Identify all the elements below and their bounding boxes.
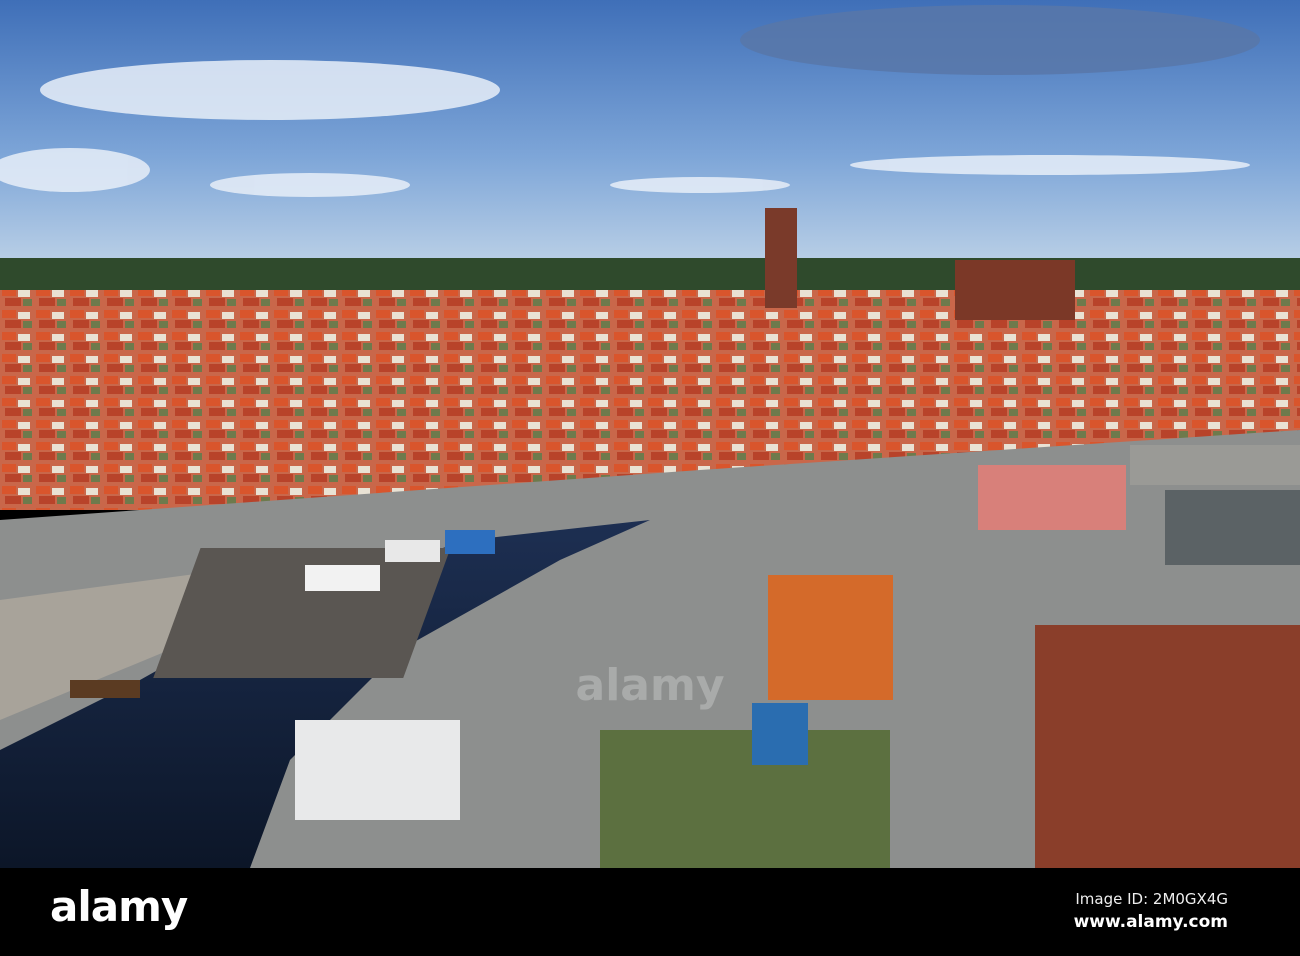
orange-building bbox=[768, 575, 893, 700]
brick-office-building bbox=[1035, 625, 1300, 868]
parking-lot bbox=[1130, 445, 1300, 485]
footer-bar: alamy Image ID: 2M0GX4G www.alamy.com bbox=[0, 868, 1300, 956]
alamy-logo: alamy bbox=[50, 882, 188, 931]
stock-photo-page: alamy alamy Image ID: 2M0GX4G www.alamy.… bbox=[0, 0, 1300, 956]
blue-container bbox=[752, 703, 808, 765]
website-link: www.alamy.com bbox=[1073, 912, 1228, 932]
cathedral bbox=[955, 260, 1075, 320]
image-id: Image ID: 2M0GX4G bbox=[1075, 890, 1228, 908]
watermark-text: alamy bbox=[576, 660, 725, 711]
aerial-harbour-town-photo: alamy bbox=[0, 0, 1300, 868]
horizon-forest bbox=[0, 258, 1300, 294]
grey-roof-building bbox=[1165, 490, 1300, 565]
church-tower bbox=[765, 208, 797, 308]
pink-building bbox=[978, 465, 1126, 530]
white-warehouse bbox=[295, 720, 460, 820]
grass-field bbox=[600, 730, 890, 868]
warehouse-long bbox=[153, 548, 451, 678]
